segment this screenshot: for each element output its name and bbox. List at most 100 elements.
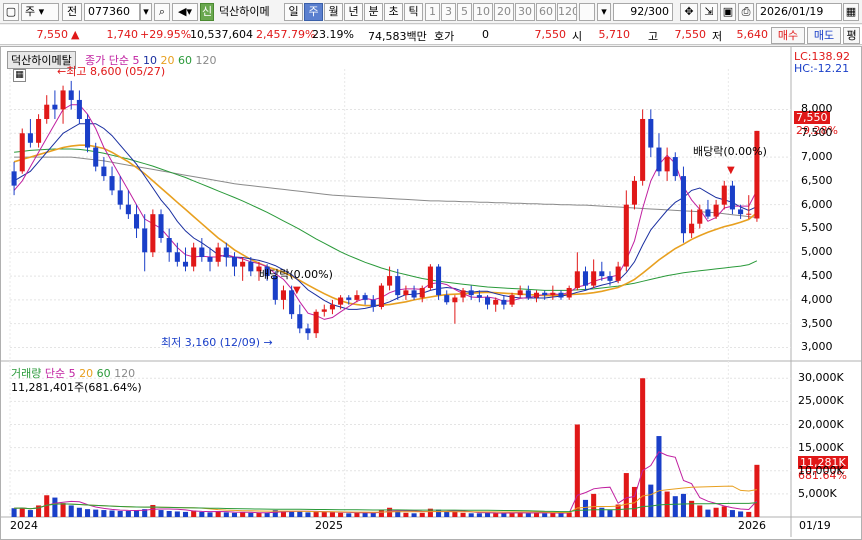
- candle-body: [738, 209, 744, 215]
- search-icon[interactable]: ⌕: [154, 3, 170, 21]
- change-value: 1,740: [106, 28, 139, 41]
- calendar-icon[interactable]: ▦: [843, 3, 859, 21]
- interval-120[interactable]: 120: [557, 3, 577, 21]
- period-month[interactable]: 월: [324, 3, 343, 21]
- candle-body: [27, 133, 33, 143]
- volume-bar: [109, 510, 115, 517]
- candle-body: [207, 257, 213, 262]
- volume-bar: [329, 512, 335, 517]
- candle-body: [574, 271, 580, 288]
- interval-10[interactable]: 10: [473, 3, 493, 21]
- stock-name-label: 덕산하이메: [215, 3, 283, 21]
- volume-bar: [378, 510, 384, 517]
- candle-body: [460, 290, 466, 298]
- candle: [240, 257, 246, 281]
- candle: [697, 204, 703, 229]
- candle-body: [166, 237, 172, 253]
- candle-body: [150, 214, 156, 253]
- candle: [85, 114, 91, 153]
- buy-button[interactable]: 매수: [771, 27, 805, 44]
- period-minute[interactable]: 분: [364, 3, 383, 21]
- interval-1[interactable]: 1: [425, 3, 440, 21]
- candle: [591, 259, 597, 288]
- interval-custom[interactable]: [579, 3, 595, 21]
- period-second[interactable]: 초: [384, 3, 403, 21]
- count-field[interactable]: 92/300: [613, 3, 673, 21]
- chart-svg[interactable]: [1, 47, 861, 539]
- current-price: 7,550: [36, 28, 69, 41]
- volume-bar: [60, 503, 66, 517]
- candle: [746, 195, 752, 219]
- candle: [76, 90, 82, 124]
- candle-body: [52, 104, 58, 110]
- period-year[interactable]: 년: [344, 3, 363, 21]
- candle-body: [248, 261, 254, 272]
- candle-body: [509, 295, 515, 305]
- candle: [182, 247, 189, 272]
- candle-body: [697, 209, 703, 224]
- window-icon[interactable]: ▢: [3, 3, 19, 21]
- price-tick-label: 8,000: [801, 102, 833, 116]
- candle-body: [370, 299, 376, 308]
- candle-body: [525, 290, 531, 298]
- volume-bar: [52, 497, 58, 517]
- sell-button[interactable]: 매도: [807, 27, 841, 44]
- code-input[interactable]: 077360: [84, 3, 140, 21]
- candle-body: [664, 157, 670, 172]
- period-week[interactable]: 주: [304, 3, 323, 21]
- volume-tick-label: 10,000K: [798, 463, 844, 477]
- candle: [460, 287, 466, 303]
- x-label-date: 01/19: [799, 519, 831, 532]
- code-dropdown-icon[interactable]: ▾: [140, 3, 152, 21]
- candle: [656, 133, 662, 177]
- candle: [60, 85, 66, 124]
- crosshair-icon[interactable]: ✥: [680, 3, 698, 21]
- speaker-icon[interactable]: ◀▾: [172, 3, 198, 21]
- candle: [207, 247, 213, 272]
- x-label-2026: 2026: [738, 519, 766, 532]
- toolbar: ▢ 주 ▾ 전 077360 ▾ ⌕ ◀▾ 신 덕산하이메 일 주 월 년 분 …: [0, 0, 862, 24]
- candle-body: [329, 304, 335, 310]
- candle: [329, 299, 335, 315]
- interval-30[interactable]: 30: [515, 3, 535, 21]
- candle-body: [280, 290, 286, 300]
- chart-area[interactable]: 덕산하이메탈 종가 단순 5 10 20 60 120 ▦ ←최고 8,600 …: [0, 46, 862, 540]
- interval-3[interactable]: 3: [441, 3, 456, 21]
- hoga-price: 7,550: [534, 28, 567, 41]
- interval-dropdown-icon[interactable]: ▾: [597, 3, 611, 21]
- grid-toggle-icon[interactable]: ▦: [13, 69, 26, 82]
- candle-body: [395, 276, 401, 296]
- auto-scale-icon[interactable]: ⇲: [700, 3, 718, 21]
- interval-60[interactable]: 60: [536, 3, 556, 21]
- market-select[interactable]: 주 ▾: [21, 3, 59, 21]
- candle-body: [101, 166, 107, 177]
- volume-bar: [468, 513, 474, 517]
- volume-bar: [223, 512, 229, 517]
- volume-bar: [746, 511, 752, 517]
- print-icon[interactable]: ⎙: [738, 3, 754, 21]
- legend-ma60[interactable]: 60: [178, 54, 192, 67]
- candle: [444, 290, 450, 305]
- save-icon[interactable]: ▣: [720, 3, 736, 21]
- volume-tick-label: 25,000K: [798, 394, 844, 408]
- volume-bar: [558, 513, 564, 517]
- volume-bar: [460, 512, 466, 517]
- candle: [297, 304, 303, 334]
- candle-body: [19, 133, 25, 172]
- period-day[interactable]: 일: [284, 3, 303, 21]
- eval-button[interactable]: 평: [843, 27, 860, 44]
- candle-body: [305, 328, 311, 334]
- volume-bar: [297, 511, 303, 517]
- legend-ma120[interactable]: 120: [195, 54, 216, 67]
- volume-value: 10,537,604: [190, 28, 253, 41]
- candle-body: [533, 292, 540, 298]
- period-tick[interactable]: 틱: [404, 3, 423, 21]
- candle-body: [729, 185, 735, 210]
- interval-20[interactable]: 20: [494, 3, 514, 21]
- interval-5[interactable]: 5: [457, 3, 472, 21]
- candle: [640, 109, 646, 186]
- candle-body: [705, 209, 711, 217]
- type-select[interactable]: 전: [62, 3, 82, 21]
- candle: [150, 209, 156, 258]
- date-field[interactable]: 2026/01/19: [756, 3, 842, 21]
